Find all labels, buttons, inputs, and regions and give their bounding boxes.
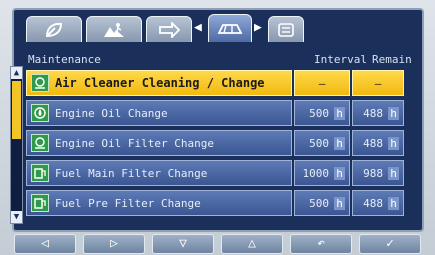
interval-value: 500 <box>309 106 329 120</box>
fuel-pump-icon <box>31 164 49 182</box>
tab-arrow[interactable] <box>146 16 192 42</box>
soft-key-bar: ◁ ▷ ▽ △ ↶ ✓ <box>14 234 422 254</box>
interval-value: 500 <box>309 136 329 150</box>
remain-value: 488 <box>363 106 383 120</box>
up-arrow-icon[interactable]: △ <box>221 234 283 254</box>
list-scrollbar[interactable]: ▲ ▼ <box>10 66 23 224</box>
remain-column-header: Remain <box>372 53 412 66</box>
interval-column-header: Interval <box>314 53 367 66</box>
list-item-engine-oil[interactable]: Engine Oil Change 500 h 488 h <box>26 100 410 126</box>
list-header: Maintenance Interval Remain <box>20 50 418 70</box>
list-icon <box>278 22 294 37</box>
list-item-air-cleaner[interactable]: Air Cleaner Cleaning / Change — — <box>26 70 410 96</box>
list-item-fuel-main-filter[interactable]: Fuel Main Filter Change 1000 h 988 h <box>26 160 410 186</box>
item-name: Engine Oil Filter Change <box>55 136 214 150</box>
interval-value: 500 <box>309 196 329 210</box>
arrow-tab-icon <box>159 21 180 38</box>
return-icon[interactable]: ↶ <box>290 234 352 254</box>
person-icon <box>104 22 124 37</box>
checkmark-icon[interactable]: ✓ <box>359 234 421 254</box>
hour-unit: h <box>388 106 399 120</box>
hour-unit: h <box>388 166 399 180</box>
tab-scroll-left-icon[interactable]: ◀ <box>194 21 202 35</box>
remain-value: 488 <box>363 196 383 210</box>
scroll-up-icon[interactable]: ▲ <box>11 67 22 79</box>
tab-list[interactable] <box>268 16 304 42</box>
item-name: Engine Oil Change <box>55 106 168 120</box>
tab-bar: ◀ ▶ <box>26 12 406 42</box>
air-filter-icon <box>31 74 49 92</box>
hour-unit: h <box>334 106 345 120</box>
hour-unit: h <box>388 136 399 150</box>
item-name: Air Cleaner Cleaning / Change <box>55 76 265 90</box>
oil-filter-icon <box>31 134 49 152</box>
fuel-pump-icon <box>31 194 49 212</box>
hour-unit: h <box>334 196 345 210</box>
interval-value: 1000 <box>302 166 330 180</box>
machine-icon <box>217 23 243 34</box>
tab-scroll-right-icon[interactable]: ▶ <box>254 21 262 35</box>
left-arrow-icon[interactable]: ◁ <box>14 234 76 254</box>
item-name: Fuel Pre Filter Change <box>55 196 201 210</box>
remain-value: 488 <box>363 136 383 150</box>
scroll-down-icon[interactable]: ▼ <box>11 211 22 223</box>
list-item-fuel-pre-filter[interactable]: Fuel Pre Filter Change 500 h 488 h <box>26 190 410 216</box>
tab-leaf[interactable] <box>26 16 82 42</box>
list-item-engine-oil-filter[interactable]: Engine Oil Filter Change 500 h 488 h <box>26 130 410 156</box>
right-arrow-icon[interactable]: ▷ <box>83 234 145 254</box>
interval-value: — <box>294 70 350 96</box>
remain-value: 988 <box>363 166 383 180</box>
hour-unit: h <box>334 166 345 180</box>
item-name: Fuel Main Filter Change <box>55 166 208 180</box>
down-arrow-icon[interactable]: ▽ <box>152 234 214 254</box>
hour-unit: h <box>334 136 345 150</box>
tab-machine[interactable] <box>208 14 252 42</box>
maintenance-title: Maintenance <box>28 53 101 66</box>
scroll-thumb[interactable] <box>12 81 21 139</box>
leaf-icon <box>45 22 63 37</box>
oil-drop-icon <box>31 104 49 122</box>
tab-person[interactable] <box>86 16 142 42</box>
remain-value: — <box>352 70 404 96</box>
hour-unit: h <box>388 196 399 210</box>
